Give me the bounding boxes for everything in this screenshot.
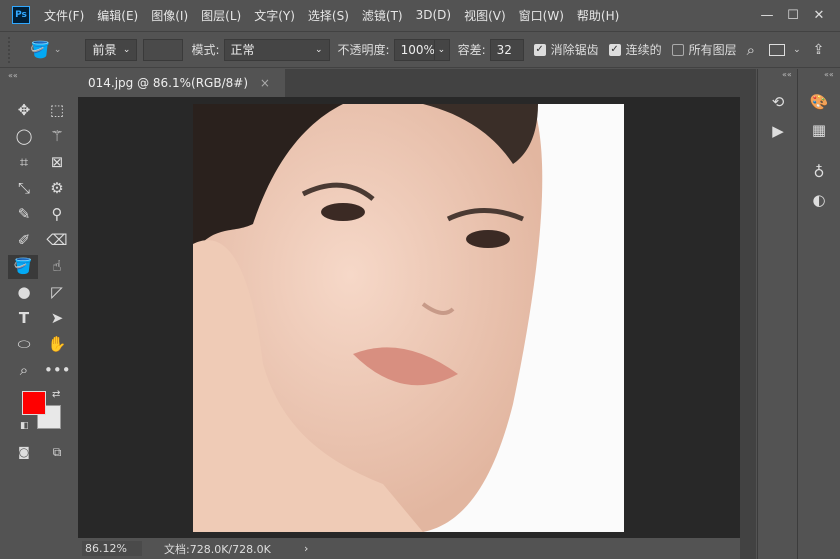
- swatches-panel-icon[interactable]: ▦: [807, 121, 831, 139]
- pattern-picker[interactable]: [143, 38, 184, 61]
- screen-mode-icon[interactable]: ⧉: [44, 441, 70, 463]
- opacity-value: 100%: [400, 42, 435, 57]
- zoom-level[interactable]: 86.12%: [82, 541, 142, 556]
- healing-brush-icon[interactable]: ⚙: [44, 177, 70, 199]
- default-colors-icon[interactable]: ◧: [20, 421, 29, 431]
- brush-tool-icon[interactable]: ✎: [11, 203, 37, 225]
- hand-tool-icon[interactable]: ✋: [44, 333, 70, 355]
- fill-source-select[interactable]: 前景 ⌄: [85, 38, 138, 61]
- options-bar: 🪣 ⌄ 前景 ⌄ 模式: 正常 ⌄ 不透明度: 100% ⌄ 容差: 32 ✓ 消除锯…: [0, 31, 840, 68]
- tolerance-value: 32: [496, 42, 512, 57]
- menu-help[interactable]: 帮助(H): [577, 7, 619, 24]
- path-selection-icon[interactable]: ➤: [44, 307, 70, 329]
- smudge-tool-icon[interactable]: ☝: [44, 255, 70, 277]
- lasso-tool-icon[interactable]: ◯: [11, 125, 37, 147]
- chevron-down-icon[interactable]: ⌄: [793, 45, 801, 55]
- contiguous-checkbox[interactable]: ✓: [608, 43, 621, 56]
- all-layers-checkbox[interactable]: [671, 43, 684, 56]
- all-layers-label: 所有图层: [688, 43, 737, 57]
- antialias-checkbox[interactable]: ✓: [533, 43, 546, 56]
- panel-dock-1: «« ⟲ ▶: [757, 69, 796, 559]
- document-info: 文档:728.0K/728.0K: [164, 542, 271, 556]
- paint-bucket-icon[interactable]: 🪣: [30, 40, 50, 59]
- workspace-icon[interactable]: [769, 43, 786, 56]
- actions-panel-icon[interactable]: ▶: [766, 122, 790, 140]
- menu-image[interactable]: 图像(I): [151, 7, 188, 24]
- menu-type[interactable]: 文字(Y): [254, 7, 295, 24]
- maximize-button[interactable]: ☐: [780, 8, 806, 23]
- menu-edit[interactable]: 编辑(E): [97, 7, 138, 24]
- menu-view[interactable]: 视图(V): [464, 7, 506, 24]
- tab-close-icon[interactable]: ×: [260, 76, 270, 90]
- learn-panel-icon[interactable]: ♁: [807, 163, 831, 181]
- ellipse-tool-icon[interactable]: ⬭: [11, 333, 37, 355]
- collapse-icon[interactable]: ««: [824, 70, 834, 79]
- canvas-scroll-gap: [740, 97, 756, 559]
- antialias-label: 消除锯齿: [550, 43, 599, 57]
- document-tab-title: 014.jpg @ 86.1%(RGB/8#): [88, 76, 249, 90]
- opacity-label: 不透明度:: [337, 43, 390, 57]
- tolerance-input[interactable]: 32: [489, 38, 524, 61]
- tools-panel: «« ✥ ⬚ ◯ ⚚ ⌗ ⊠ ⤡ ⚙ ✎ ⚲ ✐ ⌫ 🪣 ☝ ● ◸ T ➤ ⬭…: [0, 69, 76, 559]
- history-panel-icon[interactable]: ⟲: [766, 93, 790, 111]
- share-icon[interactable]: ⇪: [813, 42, 825, 58]
- menu-layer[interactable]: 图层(L): [201, 7, 241, 24]
- chevron-down-icon[interactable]: ⌄: [54, 45, 62, 55]
- status-bar: 86.12% 文档:728.0K/728.0K ›: [78, 538, 740, 559]
- document-image[interactable]: [193, 104, 624, 532]
- contiguous-label: 连续的: [625, 43, 662, 57]
- mode-select[interactable]: 正常 ⌄: [223, 38, 330, 61]
- close-button[interactable]: ✕: [806, 8, 832, 23]
- pen-tool-icon[interactable]: ◸: [44, 281, 70, 303]
- menu-window[interactable]: 窗口(W): [519, 7, 564, 24]
- mode-value: 正常: [230, 43, 255, 57]
- menu-file[interactable]: 文件(F): [44, 7, 84, 24]
- tolerance-label: 容差:: [457, 43, 486, 57]
- swap-colors-icon[interactable]: ⇄: [52, 389, 60, 400]
- mode-label: 模式:: [191, 43, 220, 57]
- zoom-tool-icon[interactable]: ⌕: [11, 359, 37, 381]
- menu-bar: Ps 文件(F) 编辑(E) 图像(I) 图层(L) 文字(Y) 选择(S) 滤…: [0, 0, 840, 30]
- menu-select[interactable]: 选择(S): [308, 7, 349, 24]
- more-tools-icon[interactable]: •••: [44, 359, 71, 381]
- type-tool-icon[interactable]: T: [11, 307, 37, 329]
- move-tool-icon[interactable]: ✥: [11, 99, 37, 121]
- document-tab[interactable]: 014.jpg @ 86.1%(RGB/8#) ×: [78, 69, 285, 97]
- history-brush-icon[interactable]: ✐: [11, 229, 37, 251]
- marquee-tool-icon[interactable]: ⬚: [44, 99, 70, 121]
- minimize-button[interactable]: —: [754, 8, 780, 23]
- eraser-icon[interactable]: ⌫: [44, 229, 70, 251]
- photoshop-logo: Ps: [12, 6, 30, 24]
- menu-filter[interactable]: 滤镜(T): [362, 7, 403, 24]
- quick-mask-icon[interactable]: ◙: [11, 441, 37, 463]
- search-icon[interactable]: ⌕: [747, 41, 755, 59]
- magic-wand-icon[interactable]: ⚚: [44, 125, 70, 147]
- panel-dock-2: «« 🎨 ▦ ♁ ◐: [797, 69, 840, 559]
- collapse-icon[interactable]: ««: [8, 71, 18, 80]
- stamp-tool-icon[interactable]: ⚲: [44, 203, 70, 225]
- eyedropper-icon[interactable]: ⤡: [11, 177, 37, 199]
- grip-handle[interactable]: [8, 36, 20, 63]
- adjustments-panel-icon[interactable]: ◐: [807, 191, 831, 209]
- portrait-photo: [193, 104, 624, 532]
- crop-tool-icon[interactable]: ⌗: [11, 151, 37, 173]
- dodge-tool-icon[interactable]: ●: [11, 281, 37, 303]
- color-panel-icon[interactable]: 🎨: [807, 93, 831, 111]
- menu-3d[interactable]: 3D(D): [416, 8, 451, 22]
- opacity-dropdown[interactable]: ⌄: [433, 38, 450, 61]
- status-menu-arrow[interactable]: ›: [304, 542, 308, 555]
- opacity-input[interactable]: 100%: [393, 38, 435, 61]
- frame-tool-icon[interactable]: ⊠: [44, 151, 70, 173]
- paint-bucket-tool-icon[interactable]: 🪣: [8, 255, 38, 279]
- foreground-color-swatch[interactable]: [22, 391, 46, 415]
- collapse-icon[interactable]: ««: [782, 70, 792, 79]
- fill-source-value: 前景: [92, 43, 117, 57]
